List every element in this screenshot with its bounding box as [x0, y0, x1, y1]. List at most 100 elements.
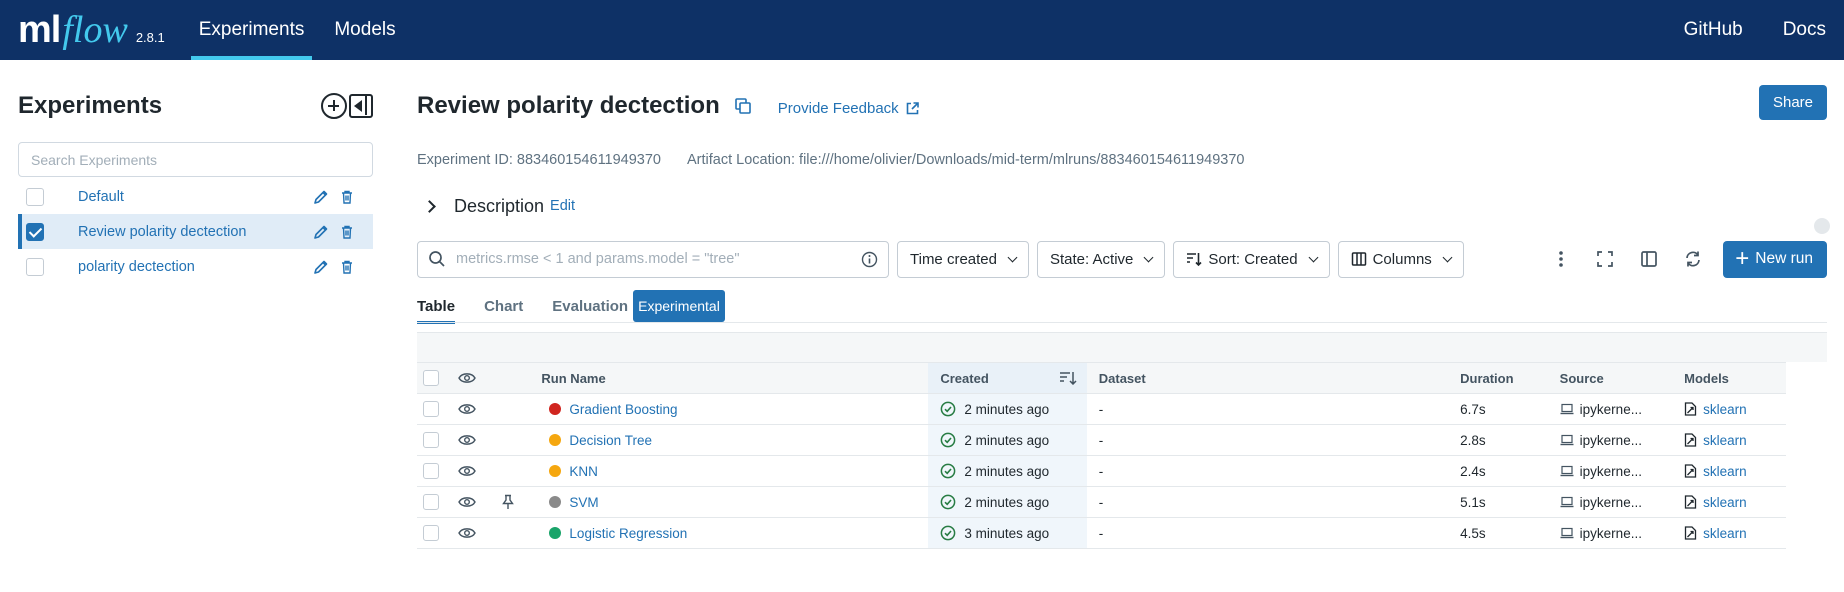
docs-link[interactable]: Docs [1783, 19, 1826, 41]
model-icon [1684, 495, 1697, 509]
top-nav: Experiments Models [190, 0, 418, 60]
info-icon[interactable] [861, 251, 878, 268]
header-duration[interactable]: Duration [1460, 362, 1560, 394]
header-created[interactable]: Created [940, 371, 988, 386]
github-link[interactable]: GitHub [1684, 19, 1743, 41]
experiment-checkbox[interactable] [26, 187, 44, 206]
run-model-link[interactable]: sklearn [1703, 495, 1747, 510]
header-run-name[interactable]: Run Name [541, 362, 929, 394]
page-title: Review polarity dectection [417, 92, 720, 119]
column-group-header [417, 332, 1827, 362]
visibility-icon[interactable] [457, 403, 476, 415]
pin-icon[interactable] [501, 494, 515, 510]
share-button[interactable]: Share [1758, 85, 1827, 120]
run-model-link[interactable]: sklearn [1703, 402, 1747, 417]
run-source[interactable]: ipykerne... [1580, 433, 1642, 448]
delete-icon[interactable] [339, 259, 355, 275]
model-icon [1684, 433, 1697, 447]
copy-icon[interactable] [734, 97, 752, 115]
new-run-button[interactable]: + New run [1723, 240, 1827, 278]
visibility-icon[interactable] [457, 527, 476, 539]
runs-search-input[interactable] [456, 251, 861, 267]
table-row[interactable]: SVM 2 minutes ago - 5.1s ipykerne... sklearn [417, 486, 1786, 518]
run-name-link[interactable]: KNN [569, 464, 598, 479]
run-source[interactable]: ipykerne... [1580, 464, 1642, 479]
select-all-checkbox[interactable] [423, 370, 439, 386]
chevron-down-icon [1442, 252, 1453, 262]
columns-label: Columns [1372, 250, 1432, 268]
experiment-checkbox[interactable] [26, 222, 44, 241]
run-source[interactable]: ipykerne... [1580, 402, 1642, 417]
run-duration: 6.7s [1460, 401, 1486, 417]
header-source[interactable]: Source [1559, 362, 1685, 394]
state-dropdown[interactable]: State: Active [1036, 240, 1166, 278]
experiment-checkbox[interactable] [26, 257, 44, 276]
delete-icon[interactable] [339, 224, 355, 240]
logo-ml-text: ml [18, 9, 61, 51]
visibility-icon[interactable] [457, 434, 476, 446]
run-source[interactable]: ipykerne... [1580, 526, 1642, 541]
run-model-link[interactable]: sklearn [1703, 464, 1747, 479]
tab-evaluation[interactable]: Evaluation [552, 290, 628, 322]
chevron-right-icon[interactable] [423, 199, 436, 213]
row-checkbox[interactable] [423, 432, 439, 448]
table-row[interactable]: KNN 2 minutes ago - 2.4s ipykerne... sklearn [417, 455, 1786, 487]
runs-table: Run Name Created Dataset Duration Source… [417, 362, 1786, 549]
external-link-icon [906, 101, 919, 114]
more-options-icon[interactable] [1547, 245, 1575, 273]
experiment-item-review-polarity[interactable]: Review polarity dectection [18, 214, 373, 249]
edit-icon[interactable] [313, 259, 329, 275]
tab-table[interactable]: Table [417, 290, 456, 324]
time-created-dropdown[interactable]: Time created [897, 240, 1029, 278]
table-row[interactable]: Gradient Boosting 2 minutes ago - 6.7s ipyke… [417, 393, 1786, 425]
mlflow-logo[interactable]: ml flow 2.8.1 [18, 0, 165, 60]
table-row[interactable]: Logistic Regression 3 minutes ago - 4.5s ipy… [417, 517, 1786, 549]
sidebar-toggle-icon[interactable] [1635, 245, 1663, 273]
row-checkbox[interactable] [423, 401, 439, 417]
run-model-link[interactable]: sklearn [1703, 526, 1747, 541]
search-experiments-input[interactable] [18, 142, 373, 177]
run-source[interactable]: ipykerne... [1580, 495, 1642, 510]
experiment-name[interactable]: Default [78, 189, 313, 205]
edit-icon[interactable] [313, 189, 329, 205]
fullscreen-icon[interactable] [1591, 245, 1619, 273]
nav-models[interactable]: Models [326, 0, 403, 60]
provide-feedback-link[interactable]: Provide Feedback [778, 100, 920, 117]
experiment-item-polarity[interactable]: polarity dectection [18, 249, 373, 284]
collapse-sidebar-icon[interactable] [349, 94, 373, 118]
run-name-link[interactable]: Gradient Boosting [569, 402, 677, 417]
sort-dropdown[interactable]: Sort: Created [1173, 240, 1330, 278]
run-duration: 2.4s [1460, 463, 1486, 479]
visibility-icon[interactable] [457, 465, 476, 477]
success-check-icon [941, 432, 956, 448]
row-checkbox[interactable] [423, 494, 439, 510]
header-models[interactable]: Models [1684, 362, 1786, 394]
run-dataset: - [1098, 463, 1104, 479]
experiment-name[interactable]: polarity dectection [78, 259, 313, 275]
row-checkbox[interactable] [423, 525, 439, 541]
run-name-link[interactable]: SVM [569, 495, 598, 510]
nav-experiments[interactable]: Experiments [190, 0, 313, 60]
run-model-link[interactable]: sklearn [1703, 433, 1747, 448]
columns-dropdown[interactable]: Columns [1337, 240, 1464, 278]
sort-descending-icon[interactable] [1059, 371, 1077, 385]
run-name-link[interactable]: Logistic Regression [569, 526, 687, 541]
header-dataset[interactable]: Dataset [1086, 362, 1461, 394]
delete-icon[interactable] [339, 189, 355, 205]
row-checkbox[interactable] [423, 463, 439, 479]
refresh-icon[interactable] [1679, 245, 1707, 273]
visibility-icon[interactable] [457, 496, 476, 508]
sidebar-header: Experiments [18, 60, 373, 142]
run-name-link[interactable]: Decision Tree [569, 433, 652, 448]
visibility-icon[interactable] [457, 372, 476, 384]
runs-search-box[interactable] [417, 240, 889, 278]
experiment-name[interactable]: Review polarity dectection [78, 224, 313, 240]
description-edit-link[interactable]: Edit [550, 198, 575, 214]
create-experiment-icon[interactable] [321, 93, 347, 119]
table-row[interactable]: Decision Tree 2 minutes ago - 2.8s ipykerne.… [417, 424, 1786, 456]
edit-icon[interactable] [313, 224, 329, 240]
experiment-item-default[interactable]: Default [18, 179, 373, 214]
tab-chart[interactable]: Chart [484, 290, 523, 322]
description-row[interactable]: Description Edit [417, 182, 1827, 230]
notebook-source-icon [1560, 434, 1574, 446]
